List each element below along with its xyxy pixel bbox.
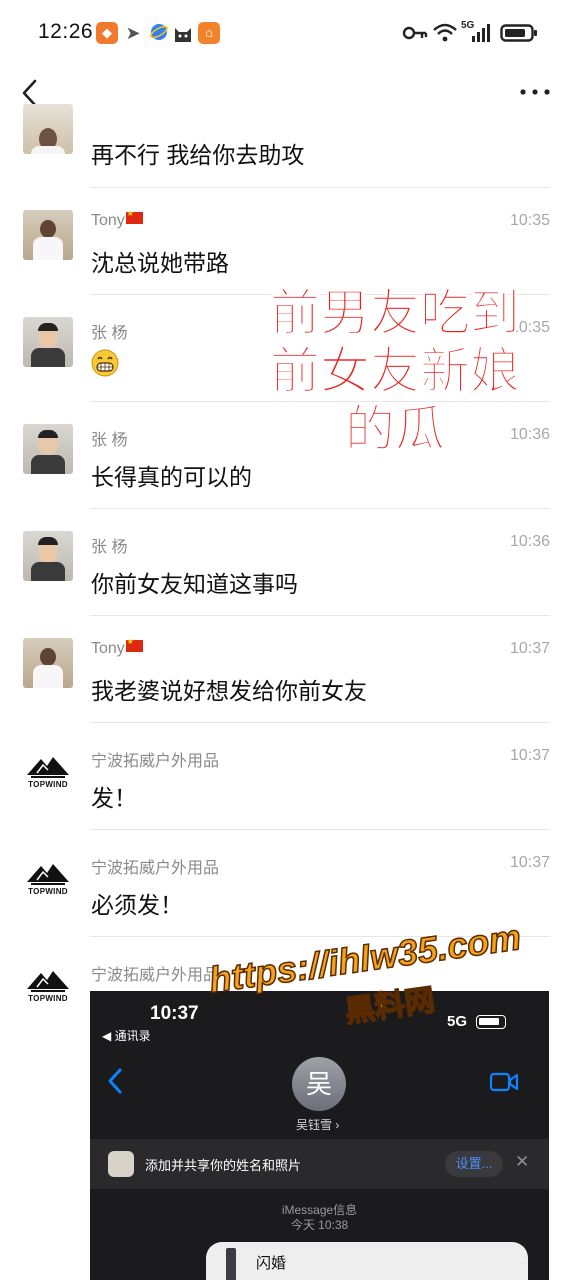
- battery-icon: [500, 24, 537, 42]
- message-text: 必须发！: [91, 892, 183, 918]
- image-thumb: [226, 1248, 236, 1280]
- list-item[interactable]: 再不行 我给你去助攻: [0, 104, 573, 188]
- telegram-icon: ➤: [125, 23, 141, 43]
- list-item[interactable]: TOPWIND 宁波拓威户外用品 10:37 发！: [0, 723, 573, 830]
- message-time: 10:37: [509, 854, 550, 871]
- shield-app-icon: ◆: [96, 22, 118, 44]
- watermark-name: 黑料网: [342, 983, 437, 1030]
- china-flag-icon: [125, 637, 143, 652]
- avatar: [23, 210, 73, 260]
- message-time: 10:37: [509, 747, 550, 764]
- share-name-banner: 添加并共享你的姓名和照片 设置... ✕: [90, 1139, 549, 1189]
- overlay-line-1: 前男友吃到: [270, 285, 521, 342]
- overlay-line-2: 前女友新娘: [270, 343, 521, 400]
- chevron-left-icon: [108, 1068, 122, 1094]
- imessage-date: 今天 10:38: [290, 1218, 349, 1232]
- message-text: 我老婆说好想发给你前女友: [91, 678, 367, 704]
- screenshot-time: 10:37: [150, 1003, 199, 1024]
- sender-name: 张 杨: [91, 325, 128, 342]
- message-text: 你前女友知道这事吗: [91, 571, 298, 597]
- video-call-icon: [489, 1072, 519, 1092]
- topwind-logo-avatar: TOPWIND: [23, 959, 73, 1009]
- avatar: [23, 104, 73, 154]
- avatar: [23, 424, 73, 474]
- nav-bar: [0, 66, 573, 126]
- signal-icon: [472, 24, 490, 42]
- key-icon: [402, 26, 428, 40]
- sender-name: Tony: [91, 637, 143, 658]
- contact-name: 吴钰雪 ›: [296, 1118, 340, 1132]
- overlay-caption: 前男友吃到 前女友新娘 的瓜: [255, 284, 535, 458]
- bubble-text: 闪婚: [256, 1255, 287, 1272]
- sender-name: 宁波拓威户外用品: [91, 967, 220, 984]
- list-item[interactable]: 张 杨 10:36 你前女友知道这事吗: [0, 509, 573, 616]
- settings-button: 设置...: [445, 1151, 503, 1177]
- topwind-logo-avatar: TOPWIND: [23, 852, 73, 902]
- status-time: 12:26: [38, 20, 94, 43]
- grin-emoji-icon: [91, 349, 119, 377]
- list-item[interactable]: Tony 10:37 我老婆说好想发给你前女友: [0, 616, 573, 723]
- message-text: 再不行 我给你去助攻: [91, 142, 305, 168]
- more-horizontal-icon[interactable]: [519, 80, 551, 104]
- china-flag-icon: [125, 209, 143, 224]
- status-bar: 12:26 ◆ ➤ ⌂ 5G: [0, 0, 573, 66]
- avatar: [23, 317, 73, 367]
- imessage-label: iMessage信息: [281, 1203, 358, 1217]
- screenshot-back-label: ◀ 通讯录: [102, 1029, 151, 1043]
- sender-name: 张 杨: [91, 432, 128, 449]
- sender-name: 宁波拓威户外用品: [91, 753, 220, 770]
- sender-name: Tony: [91, 209, 143, 230]
- message-text: 沈总说她带路: [91, 250, 229, 276]
- home-app-icon: ⌂: [198, 22, 220, 44]
- wifi-icon: [433, 23, 457, 42]
- imessage-header: iMessage信息 今天 10:38: [90, 1203, 549, 1233]
- sender-name: 张 杨: [91, 539, 128, 556]
- contact-card-icon: [108, 1151, 134, 1177]
- message-text: 长得真的可以的: [91, 464, 252, 490]
- sender-name: 宁波拓威户外用品: [91, 860, 220, 877]
- banner-text: 添加并共享你的姓名和照片: [145, 1158, 302, 1173]
- message-text: 发！: [91, 785, 137, 811]
- message-bubble: 闪婚: [206, 1242, 528, 1280]
- contact-avatar: 吴: [292, 1057, 346, 1111]
- overlay-line-3: 的瓜: [345, 401, 446, 458]
- cat-app-icon: [172, 22, 194, 44]
- message-time: 10:35: [509, 212, 550, 229]
- avatar: [23, 638, 73, 688]
- list-item[interactable]: Tony 10:35 沈总说她带路: [0, 188, 573, 295]
- avatar: [23, 531, 73, 581]
- browser-icon: [148, 22, 170, 44]
- topwind-logo-avatar: TOPWIND: [23, 745, 73, 795]
- close-icon: ✕: [515, 1152, 530, 1171]
- message-time: 10:36: [509, 533, 550, 550]
- message-time: 10:37: [509, 640, 550, 657]
